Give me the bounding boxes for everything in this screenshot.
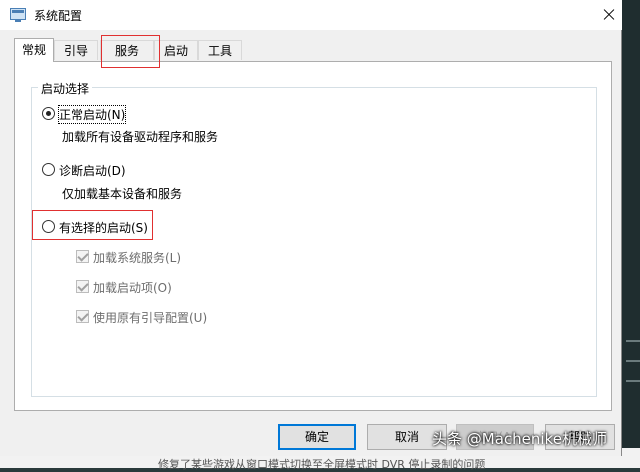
- tab-tools[interactable]: 工具: [198, 40, 242, 60]
- ok-button[interactable]: 确定: [278, 424, 356, 450]
- use-original-boot-config-label: 使用原有引导配置(U): [93, 311, 208, 325]
- tab-general[interactable]: 常规: [14, 38, 54, 62]
- normal-startup-radio[interactable]: [42, 107, 55, 120]
- normal-startup-description: 加载所有设备驱动程序和服务: [62, 130, 219, 144]
- diagnostic-startup-description: 仅加载基本设备和服务: [62, 187, 183, 201]
- selective-startup-highlight: [32, 210, 153, 240]
- tab-startup[interactable]: 启动: [154, 40, 198, 60]
- use-original-boot-config-checkbox[interactable]: [76, 310, 89, 323]
- system-config-dialog: 系统配置 常规 引导 服务 启动 工具 启动选择 正常启动(N) 加载所有设备驱…: [0, 0, 622, 456]
- system-config-app-icon: [10, 8, 26, 22]
- diagnostic-startup-label[interactable]: 诊断启动(D): [59, 162, 126, 179]
- desktop-background: [622, 0, 640, 468]
- group-legend: 启动选择: [38, 80, 93, 97]
- background-text: 修复了某些游戏从窗口模式切换至全屏模式时 DVR 停止录制的问题: [158, 458, 486, 471]
- close-button[interactable]: [598, 4, 620, 26]
- watermark: 头条 @Machenike机械师: [432, 430, 607, 448]
- background-text-fragment: [626, 340, 640, 342]
- load-startup-items-checkbox[interactable]: [76, 280, 89, 293]
- tab-boot[interactable]: 引导: [54, 40, 98, 60]
- window-title: 系统配置: [34, 9, 83, 23]
- diagnostic-startup-radio[interactable]: [42, 163, 55, 176]
- services-tab-highlight: [101, 35, 160, 68]
- startup-selection-group: 启动选择 正常启动(N) 加载所有设备驱动程序和服务 诊断启动(D) 仅加载基本…: [31, 80, 597, 397]
- load-system-services-checkbox[interactable]: [76, 250, 89, 263]
- background-text-fragment: [626, 360, 640, 362]
- title-bar: 系统配置: [0, 0, 622, 30]
- load-startup-items-label: 加载启动项(O): [93, 281, 172, 295]
- background-text-fragment: [626, 380, 640, 382]
- load-system-services-label: 加载系统服务(L): [93, 251, 182, 265]
- normal-startup-label[interactable]: 正常启动(N): [57, 105, 127, 124]
